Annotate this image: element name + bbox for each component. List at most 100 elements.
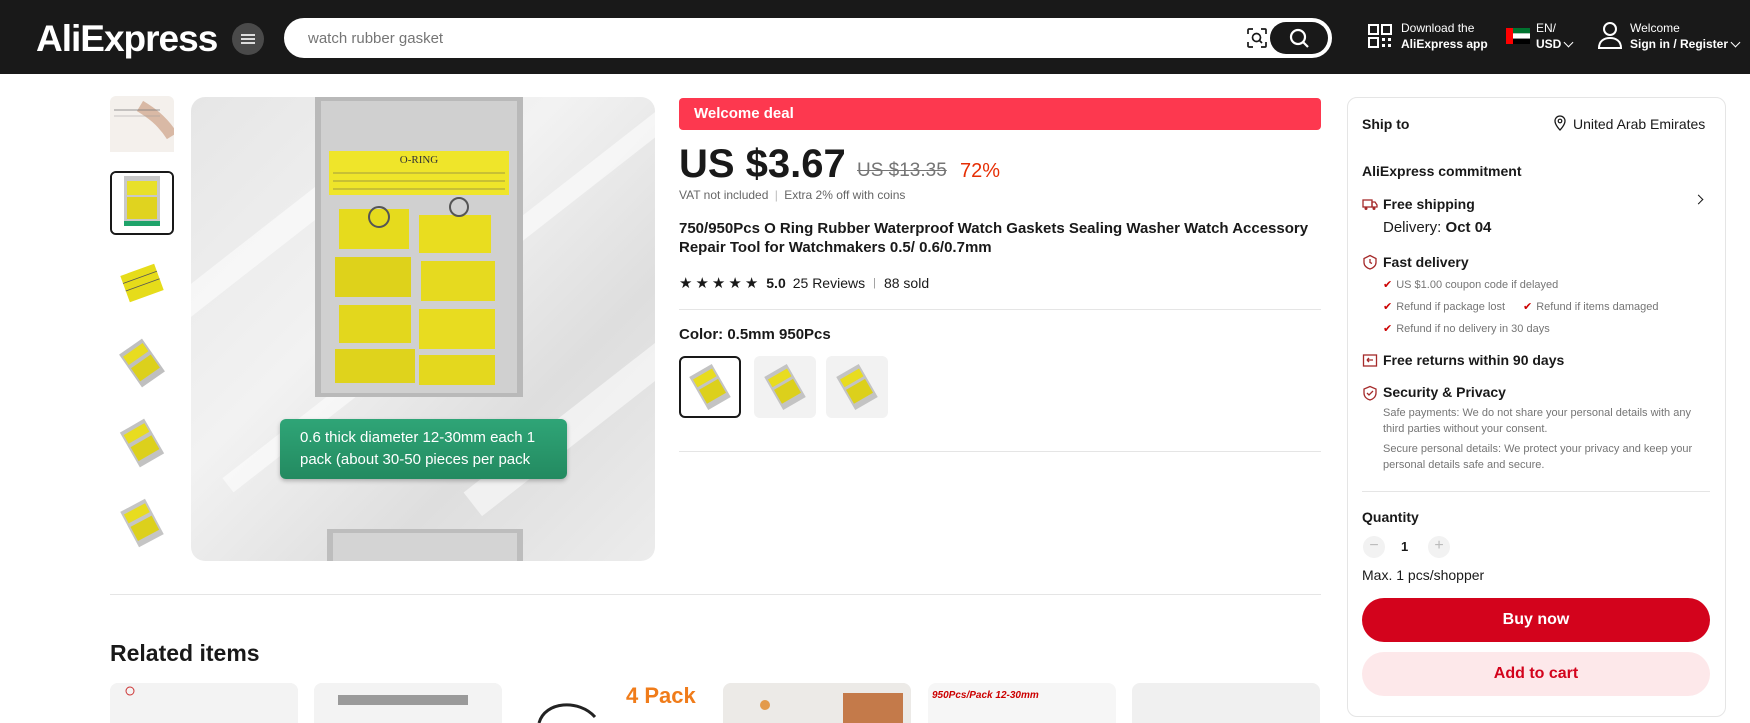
fast-delivery-label: Fast delivery bbox=[1383, 254, 1469, 270]
oring-package-image: O-RING bbox=[315, 97, 523, 397]
second-package-image bbox=[327, 529, 523, 561]
max-per-shopper-note: Max. 1 pcs/shopper bbox=[1362, 567, 1485, 583]
thumbnail-6[interactable] bbox=[110, 491, 174, 555]
section-divider bbox=[110, 594, 1321, 595]
currency-label: USD bbox=[1536, 37, 1562, 51]
ship-to-label: Ship to bbox=[1362, 116, 1410, 132]
related-item-card[interactable] bbox=[314, 683, 502, 723]
reviews-link[interactable]: 25 Reviews bbox=[793, 275, 865, 291]
related-item-card[interactable]: 4 Pack bbox=[519, 683, 707, 723]
commitment-heading: AliExpress commitment bbox=[1362, 163, 1522, 179]
image-caption: 0.6 thick diameter 12-30mm each 1 pack (… bbox=[280, 419, 567, 479]
add-to-cart-button[interactable]: Add to cart bbox=[1362, 652, 1710, 696]
quantity-value[interactable]: 1 bbox=[1401, 539, 1408, 554]
thumbnail-1[interactable] bbox=[110, 96, 174, 160]
coins-note: Extra 2% off with coins bbox=[784, 188, 906, 202]
quantity-increase-button[interactable]: + bbox=[1428, 536, 1450, 558]
download-line1: Download the bbox=[1401, 21, 1475, 35]
check-icon: ✔ bbox=[1383, 323, 1393, 335]
thumbnail-5[interactable] bbox=[110, 411, 174, 475]
search-input[interactable] bbox=[308, 20, 1208, 56]
vat-note: VAT not included bbox=[679, 188, 769, 202]
return-icon bbox=[1362, 354, 1378, 367]
fd-item-text: Refund if package lost bbox=[1396, 301, 1506, 313]
fast-delivery-item-3: ✔ Refund if items damaged bbox=[1523, 299, 1659, 315]
check-icon: ✔ bbox=[1383, 279, 1393, 291]
related-item-card[interactable] bbox=[110, 683, 298, 723]
thumbnail-3[interactable] bbox=[110, 251, 174, 315]
download-line2: AliExpress app bbox=[1401, 37, 1488, 51]
image-search-icon[interactable] bbox=[1246, 27, 1268, 49]
qr-code-icon[interactable] bbox=[1367, 23, 1393, 49]
package-label: O-RING bbox=[400, 154, 439, 166]
fd-item-text: Refund if no delivery in 30 days bbox=[1396, 323, 1550, 335]
clock-icon bbox=[1363, 254, 1377, 270]
security-privacy-label: Security & Privacy bbox=[1383, 384, 1506, 400]
main-product-image[interactable]: O-RING bbox=[191, 97, 655, 561]
thumbnail-4[interactable] bbox=[110, 331, 174, 395]
star-icon: ★ bbox=[728, 275, 742, 292]
note-separator: | bbox=[774, 188, 778, 202]
delivery-label: Delivery: bbox=[1383, 219, 1442, 236]
fast-delivery-item-4: ✔ Refund if no delivery in 30 days bbox=[1383, 321, 1550, 337]
divider bbox=[679, 451, 1321, 452]
buy-now-button[interactable]: Buy now bbox=[1362, 598, 1710, 642]
chevron-down-icon bbox=[1730, 37, 1741, 48]
security-note-1: Safe payments: We do not share your pers… bbox=[1383, 407, 1691, 435]
fast-delivery-item-2: ✔ Refund if package lost bbox=[1383, 299, 1505, 315]
related-items-heading: Related items bbox=[110, 640, 260, 666]
chevron-down-icon bbox=[1563, 37, 1574, 48]
current-price: US $3.67 bbox=[679, 142, 846, 186]
star-icon: ★ bbox=[744, 275, 759, 292]
related-item-card[interactable] bbox=[723, 683, 911, 723]
search-button[interactable] bbox=[1270, 22, 1328, 54]
price-notes: VAT not included | Extra 2% off with coi… bbox=[679, 188, 905, 202]
fast-delivery-item-1: ✔ US $1.00 coupon code if delayed bbox=[1383, 277, 1558, 293]
shield-icon bbox=[1363, 385, 1377, 401]
fd-item-text: US $1.00 coupon code if delayed bbox=[1396, 279, 1559, 291]
related-item-card[interactable]: 950Pcs/Pack 12-30mm bbox=[928, 683, 1116, 723]
ship-to-country[interactable]: United Arab Emirates bbox=[1573, 116, 1705, 132]
language-currency-selector[interactable]: EN/ USD bbox=[1536, 20, 1574, 52]
signin-register-link[interactable]: Sign in / Register bbox=[1630, 37, 1728, 51]
welcome-deal-banner: Welcome deal bbox=[679, 98, 1321, 130]
check-icon: ✔ bbox=[1523, 301, 1533, 313]
quantity-decrease-button[interactable]: − bbox=[1363, 536, 1385, 558]
delivery-info: Delivery: Oct 04 bbox=[1383, 219, 1491, 236]
related-card-text: 4 Pack bbox=[626, 683, 696, 708]
panel-divider bbox=[1362, 491, 1710, 492]
search-icon bbox=[1289, 28, 1309, 48]
delivery-date: Oct 04 bbox=[1445, 219, 1492, 236]
color-swatch-2[interactable] bbox=[754, 356, 816, 418]
free-shipping-label[interactable]: Free shipping bbox=[1383, 196, 1475, 212]
free-returns-label: Free returns within 90 days bbox=[1383, 352, 1565, 368]
rating-separator: | bbox=[873, 277, 876, 289]
download-app-link[interactable]: Download the AliExpress app bbox=[1401, 20, 1488, 52]
sold-count: 88 sold bbox=[883, 275, 930, 291]
menu-icon[interactable] bbox=[232, 23, 264, 55]
divider bbox=[679, 309, 1321, 310]
product-title: 750/950Pcs O Ring Rubber Waterproof Watc… bbox=[679, 220, 1309, 256]
security-note-2: Secure personal details: We protect your… bbox=[1383, 443, 1693, 471]
related-item-card[interactable] bbox=[1132, 683, 1320, 723]
aliexpress-logo[interactable]: AliExpress bbox=[36, 18, 218, 60]
related-card-text: 950Pcs/Pack 12-30mm bbox=[932, 690, 1039, 701]
language-label: EN/ bbox=[1536, 21, 1557, 35]
search-bar bbox=[284, 18, 1332, 58]
top-header: AliExpress Download the AliExpress app bbox=[0, 0, 1750, 74]
rating-score: 5.0 bbox=[766, 275, 786, 291]
rating-row: ★ ★ ★ ★ ★ 5.0 25 Reviews | 88 sold bbox=[679, 274, 929, 292]
thumbnail-2[interactable] bbox=[110, 171, 174, 235]
color-swatch-3[interactable] bbox=[826, 356, 888, 418]
color-swatch-1[interactable] bbox=[679, 356, 741, 418]
account-menu[interactable]: Welcome Sign in / Register bbox=[1630, 20, 1741, 52]
fd-item-text: Refund if items damaged bbox=[1536, 301, 1659, 313]
original-price: US $13.35 bbox=[857, 160, 947, 181]
truck-icon bbox=[1362, 199, 1378, 210]
star-icon: ★ bbox=[679, 275, 693, 292]
star-icon: ★ bbox=[711, 275, 726, 292]
discount-badge: 72% bbox=[960, 160, 1001, 182]
uae-flag-icon bbox=[1506, 28, 1530, 44]
user-icon[interactable] bbox=[1597, 21, 1623, 49]
star-icon: ★ bbox=[695, 275, 709, 292]
